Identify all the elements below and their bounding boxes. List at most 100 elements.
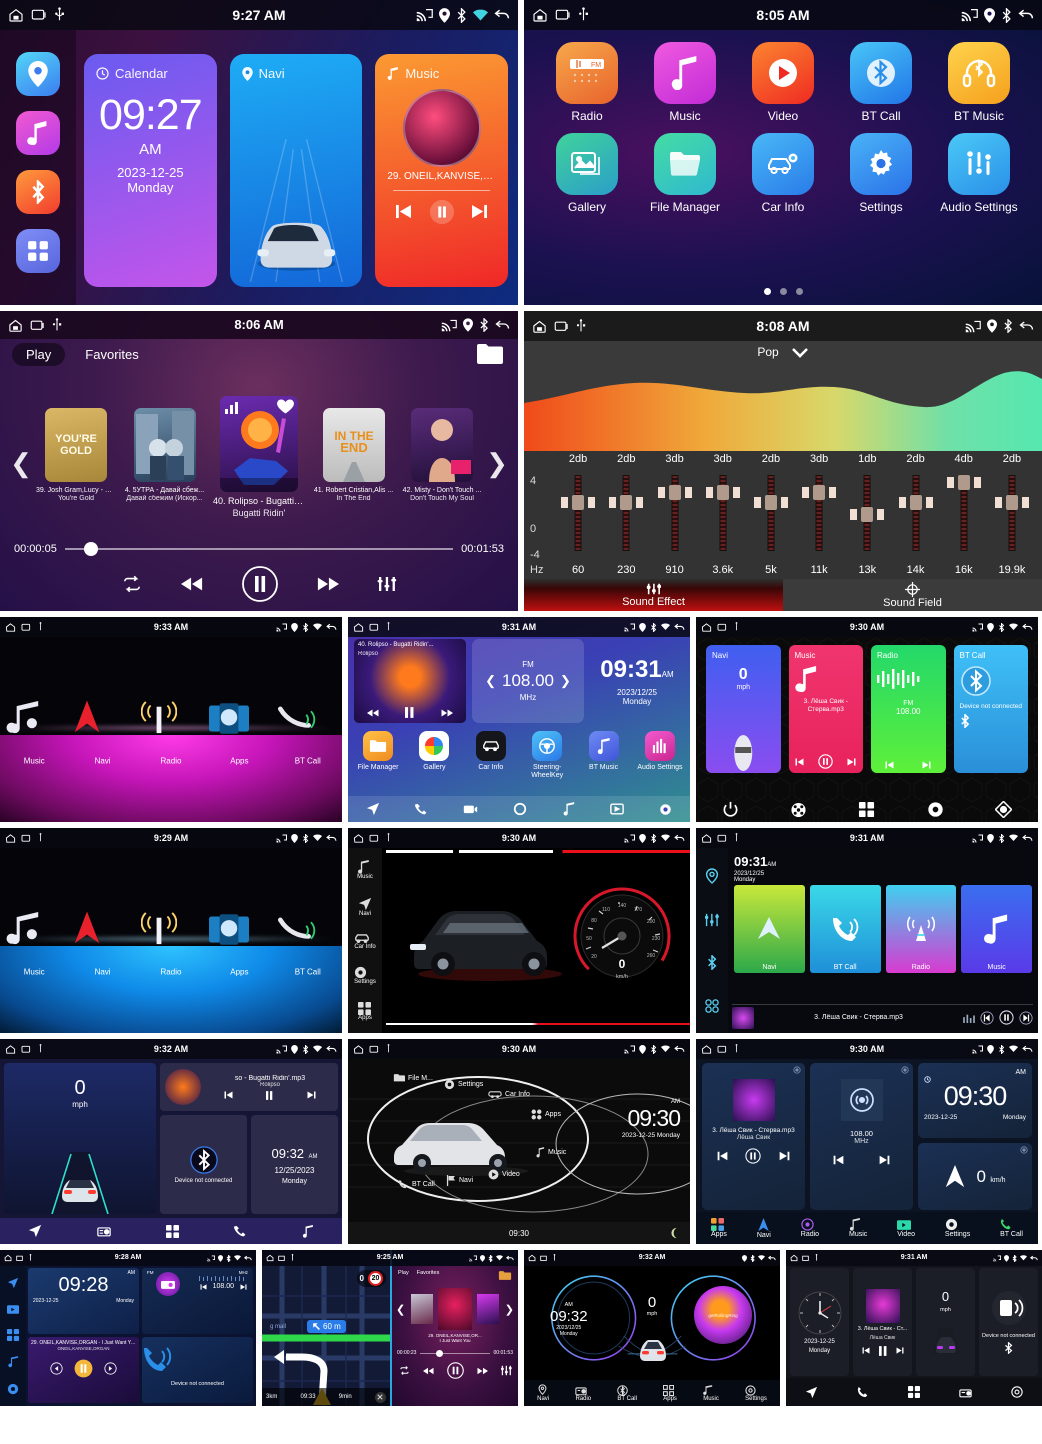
rail-item-navi[interactable]: Navi: [358, 897, 372, 917]
back-icon[interactable]: [1018, 8, 1034, 22]
album-carousel[interactable]: ❮ YOU'RE GOLD 39. Josh Gram,Lucy - G... Y…: [10, 393, 508, 533]
music-note-icon[interactable]: [302, 1224, 314, 1238]
folder-icon[interactable]: [498, 1270, 512, 1281]
launcher-item-navi[interactable]: Navi: [73, 911, 133, 977]
orbit-item-music[interactable]: Music: [536, 1147, 566, 1158]
recents-icon[interactable]: [21, 834, 32, 843]
pause-icon[interactable]: [999, 1010, 1014, 1025]
app-car-info[interactable]: Car Info: [734, 133, 832, 214]
carousel-item-current[interactable]: 40. Rolipso - Bugatti Rid... Bugatti Rid…: [213, 396, 305, 518]
video-icon[interactable]: [7, 1304, 19, 1315]
shortcut-audio-settings[interactable]: Audio Settings: [634, 731, 686, 781]
prev-icon[interactable]: [885, 761, 894, 769]
nav-arrow-icon[interactable]: [805, 1386, 818, 1399]
band-thumb[interactable]: [561, 495, 596, 510]
back-icon[interactable]: [326, 623, 337, 632]
back-icon[interactable]: [494, 8, 510, 22]
mono-ring-launcher[interactable]: 9:30 AM File M... Settings Car Info Apps…: [348, 1039, 690, 1244]
cast-icon[interactable]: [276, 1045, 287, 1054]
back-icon[interactable]: [326, 1045, 337, 1054]
band-track[interactable]: [1008, 475, 1016, 551]
pause-icon[interactable]: [241, 565, 279, 603]
gear-icon[interactable]: [7, 1383, 19, 1395]
tile-music[interactable]: Music 3. Лёша Свик - Стерва.mp3: [788, 645, 863, 773]
dock-navi-icon[interactable]: [16, 52, 60, 96]
preset-selector[interactable]: Pop: [524, 341, 1042, 363]
moon-icon[interactable]: [668, 1227, 680, 1239]
hex-tiles-screen[interactable]: 9:30 AM Navi 0 mph Music 3. Лёша Свик - …: [696, 617, 1038, 822]
dock-bt-call[interactable]: BT Call: [617, 1384, 637, 1402]
equalizer-screen[interactable]: 8:08 AM Pop 4 0 -4 Hz 2db 60 2db 230 3db…: [524, 311, 1042, 611]
radio-icon[interactable]: [959, 1387, 972, 1398]
rail-item-apps[interactable]: Apps: [358, 1001, 372, 1021]
carousel-item[interactable]: IN THE END 41. Robert Cristian,Alis ... I…: [314, 408, 394, 502]
eq-band[interactable]: 1db 13k: [843, 451, 891, 579]
cast-icon[interactable]: [207, 1255, 215, 1262]
tile-bt-call[interactable]: BT Call: [809, 885, 881, 973]
back-icon[interactable]: [326, 834, 337, 843]
next-icon[interactable]: [879, 1155, 890, 1165]
dock-music[interactable]: Music: [703, 1384, 719, 1402]
back-icon[interactable]: [674, 623, 685, 632]
band-thumb[interactable]: [850, 507, 885, 522]
rail-item-settings[interactable]: Settings: [354, 966, 376, 985]
back-icon[interactable]: [1022, 834, 1033, 843]
four-card-screen[interactable]: 9:31 AM 2023-12-25 Monday 3. Лёша Свик -…: [786, 1250, 1042, 1406]
band-track[interactable]: [912, 475, 920, 551]
speed-widget[interactable]: 0 km/h: [918, 1143, 1032, 1210]
location-icon[interactable]: [705, 868, 719, 885]
cast-icon[interactable]: [276, 623, 287, 632]
back-icon[interactable]: [1019, 320, 1034, 333]
player-tabs[interactable]: Play Favorites: [392, 1266, 518, 1285]
calendar-widget[interactable]: Calendar 09:27 AM 2023-12-25 Monday: [84, 54, 217, 287]
next-icon[interactable]: [471, 204, 488, 219]
repeat-icon[interactable]: [121, 575, 143, 593]
home-icon[interactable]: [5, 622, 16, 633]
chevron-left-icon[interactable]: ❮: [485, 673, 496, 689]
band-track[interactable]: [574, 475, 582, 551]
pause-icon[interactable]: [266, 1090, 273, 1100]
navy-dashboard-screen[interactable]: 9:32 AM 0 mph so - Bugatti Ridin'.mp3 Ro…: [0, 1039, 342, 1244]
dock-bt-call[interactable]: BT Call: [1000, 1218, 1023, 1238]
orbit-item-settings[interactable]: Settings: [444, 1079, 483, 1090]
dock-bluetooth-icon[interactable]: [16, 170, 60, 214]
back-icon[interactable]: [1022, 623, 1033, 632]
orbit-item-video[interactable]: Video: [488, 1169, 520, 1180]
carousel-item[interactable]: 4. 5УТРА - Давай сбеж... Давай сбежим (И…: [125, 408, 205, 502]
next-icon[interactable]: [1019, 1010, 1033, 1025]
apps-icon[interactable]: [7, 1329, 19, 1342]
progress-knob[interactable]: [435, 1349, 443, 1357]
home-icon[interactable]: [532, 7, 548, 23]
band-thumb[interactable]: [609, 495, 644, 510]
close-icon[interactable]: [374, 1391, 386, 1403]
cast-icon[interactable]: [624, 1045, 635, 1054]
back-icon[interactable]: [506, 1255, 514, 1262]
next-icon[interactable]: [240, 1283, 247, 1290]
recents-icon[interactable]: [31, 8, 47, 22]
prev-icon[interactable]: [717, 1151, 728, 1161]
widget-menu-icon[interactable]: [1020, 1146, 1028, 1154]
chevron-right-icon[interactable]: ❯: [560, 673, 571, 689]
launcher-item-bt-call[interactable]: BT Call: [277, 705, 338, 766]
equalizer-icon[interactable]: [377, 574, 397, 594]
home-icon[interactable]: [5, 833, 16, 844]
pause-icon[interactable]: [74, 1359, 93, 1378]
cast-icon[interactable]: [624, 623, 635, 632]
tile-music[interactable]: Music: [961, 885, 1032, 973]
dock-apps[interactable]: Apps: [710, 1218, 727, 1238]
cast-icon[interactable]: [972, 623, 983, 632]
app-radio[interactable]: FM Radio: [538, 42, 636, 123]
launcher-item-radio[interactable]: Radio: [140, 912, 201, 977]
music-widget[interactable]: 3. Лёша Свик - Стерва.mp3 Лёша Свик: [702, 1063, 805, 1210]
radio-widget[interactable]: FM MHz 108.00: [142, 1268, 253, 1334]
pause-icon[interactable]: [878, 1345, 887, 1356]
dock-music[interactable]: Music: [849, 1218, 867, 1238]
back-icon[interactable]: [1022, 1045, 1033, 1054]
nav-arrow-icon[interactable]: [7, 1277, 19, 1289]
back-icon[interactable]: [674, 1045, 685, 1054]
split-nav-music-screen[interactable]: 9:25 AM g mall 0 20 60 m 3km 09:33 9min …: [262, 1250, 518, 1406]
prev-icon[interactable]: [833, 1155, 844, 1165]
home-icon[interactable]: [701, 622, 712, 633]
band-thumb[interactable]: [705, 485, 740, 500]
app-settings[interactable]: Settings: [832, 133, 930, 214]
